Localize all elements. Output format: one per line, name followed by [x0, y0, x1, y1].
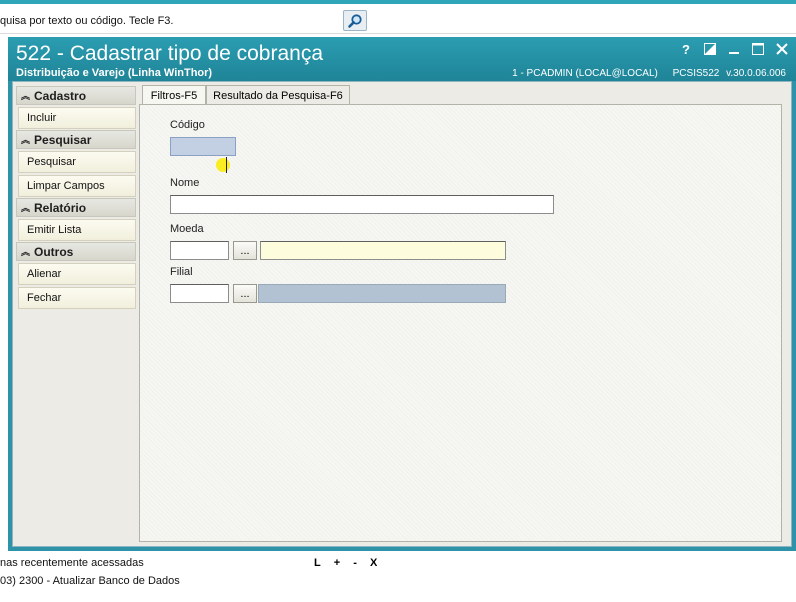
- close-icon[interactable]: [774, 41, 790, 57]
- chevron-up-icon: ︽: [21, 247, 31, 257]
- sidebar-item-limpar-campos[interactable]: Limpar Campos: [18, 175, 136, 197]
- main-window: 522 - Cadastrar tipo de cobrança Distrib…: [8, 37, 796, 551]
- text-cursor: [226, 157, 227, 173]
- nome-field[interactable]: [170, 195, 554, 214]
- sidebar-group-relatorio[interactable]: ︽ Relatório: [16, 198, 136, 217]
- sidebar-item-alienar[interactable]: Alienar: [18, 263, 136, 285]
- sidebar: ︽ Cadastro Incluir ︽ Pesquisar Pesquisar L…: [16, 85, 136, 355]
- window-title: 522 - Cadastrar tipo de cobrança: [16, 42, 324, 65]
- chevron-up-icon: ︽: [21, 203, 31, 213]
- add-control-button[interactable]: +: [334, 557, 341, 569]
- cursor-highlight: [216, 158, 230, 172]
- filial-code-field[interactable]: [170, 284, 229, 303]
- filial-description-field: [258, 284, 506, 303]
- chevron-up-icon: ︽: [21, 91, 31, 101]
- moeda-label: Moeda: [170, 223, 204, 235]
- recent-pages-label: nas recentemente acessadas: [0, 557, 144, 569]
- recent-page-item[interactable]: 03) 2300 - Atualizar Banco de Dados: [0, 575, 180, 587]
- chevron-up-icon: ︽: [21, 135, 31, 145]
- sidebar-group-outros[interactable]: ︽ Outros: [16, 242, 136, 261]
- sidebar-item-emitir-lista[interactable]: Emitir Lista: [18, 219, 136, 241]
- version-label: v.30.0.06.006: [726, 68, 786, 79]
- codigo-label: Código: [170, 119, 205, 131]
- module-label: PCSIS522: [672, 68, 720, 79]
- title-bar: 522 - Cadastrar tipo de cobrança Distrib…: [8, 37, 796, 81]
- moeda-lookup-button[interactable]: ...: [233, 241, 257, 260]
- window-subtitle: Distribuição e Varejo (Linha WinThor): [16, 67, 213, 79]
- top-accent-strip: [0, 0, 796, 4]
- restore-icon[interactable]: [702, 41, 718, 57]
- remove-control-button[interactable]: -: [353, 557, 358, 569]
- list-control-button[interactable]: L: [314, 557, 322, 569]
- codigo-field[interactable]: [170, 137, 236, 156]
- tab-resultado-pesquisa[interactable]: Resultado da Pesquisa-F6: [206, 85, 350, 105]
- moeda-code-field[interactable]: [170, 241, 229, 260]
- search-bar: quisa por texto ou código. Tecle F3.: [0, 8, 796, 34]
- sidebar-item-pesquisar[interactable]: Pesquisar: [18, 151, 136, 173]
- search-button[interactable]: [343, 10, 367, 31]
- sidebar-group-cadastro[interactable]: ︽ Cadastro: [16, 86, 136, 105]
- sidebar-group-pesquisar[interactable]: ︽ Pesquisar: [16, 130, 136, 149]
- close-control-button[interactable]: X: [370, 557, 378, 569]
- tab-filtros[interactable]: Filtros-F5: [142, 85, 206, 105]
- help-icon[interactable]: ?: [678, 41, 694, 57]
- session-info: 1 - PCADMIN (LOCAL@LOCAL) PCSIS522 v.30.…: [500, 68, 786, 79]
- minimize-icon[interactable]: [726, 41, 742, 57]
- magnifier-icon: [348, 13, 362, 28]
- user-label: 1 - PCADMIN (LOCAL@LOCAL): [512, 68, 658, 79]
- filters-panel: Código Nome Moeda ... Filial ...: [139, 104, 782, 542]
- search-input[interactable]: quisa por texto ou código. Tecle F3.: [0, 15, 173, 27]
- sidebar-item-incluir[interactable]: Incluir: [18, 107, 136, 129]
- sidebar-item-fechar[interactable]: Fechar: [18, 287, 136, 309]
- moeda-description-field: [260, 241, 506, 260]
- recent-pages-controls: L + - X: [314, 557, 386, 569]
- maximize-icon[interactable]: [750, 41, 766, 57]
- window-body: ︽ Cadastro Incluir ︽ Pesquisar Pesquisar L…: [12, 81, 792, 547]
- filial-label: Filial: [170, 266, 193, 278]
- filial-lookup-button[interactable]: ...: [233, 284, 257, 303]
- nome-label: Nome: [170, 177, 200, 189]
